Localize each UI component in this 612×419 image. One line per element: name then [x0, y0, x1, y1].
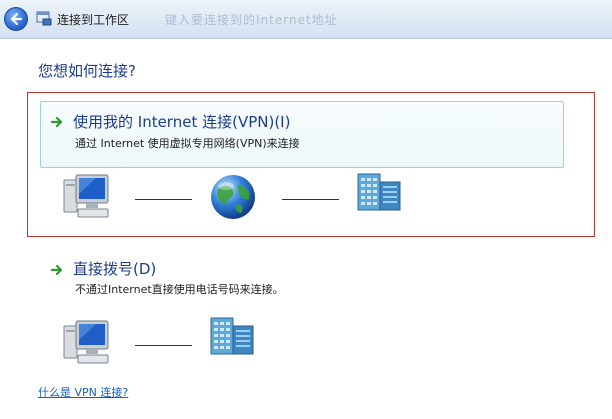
connection-line	[135, 199, 192, 200]
option-vpn-title[interactable]: 使用我的 Internet 连接(VPN)(I)	[73, 111, 290, 132]
globe-icon	[211, 175, 255, 219]
back-button[interactable]	[4, 7, 28, 31]
connection-line	[282, 199, 339, 200]
what-is-vpn-link[interactable]: 什么是 VPN 连接?	[38, 384, 128, 400]
computer-icon	[63, 174, 109, 218]
option-dialup-description: 不通过Internet直接使用电话号码来连接。	[75, 283, 284, 296]
network-window-icon	[36, 11, 52, 26]
option-vpn-description: 通过 Internet 使用虚拟专用网络(VPN)来连接	[75, 137, 300, 150]
window-title-ghost: 键入要连接到的Internet地址	[165, 13, 338, 27]
connection-line	[135, 345, 192, 346]
server-building-icon	[210, 317, 254, 355]
window-title: 连接到工作区	[57, 13, 130, 27]
computer-icon	[63, 320, 109, 364]
option-dialup-title[interactable]: 直接拨号(D)	[73, 258, 156, 279]
page-heading: 您想如何连接?	[38, 62, 136, 80]
server-building-icon	[357, 173, 401, 211]
title-bar: 连接到工作区 键入要连接到的Internet地址	[0, 0, 612, 39]
green-arrow-icon	[50, 116, 63, 128]
green-arrow-icon	[50, 264, 63, 276]
back-arrow-icon	[10, 12, 23, 26]
